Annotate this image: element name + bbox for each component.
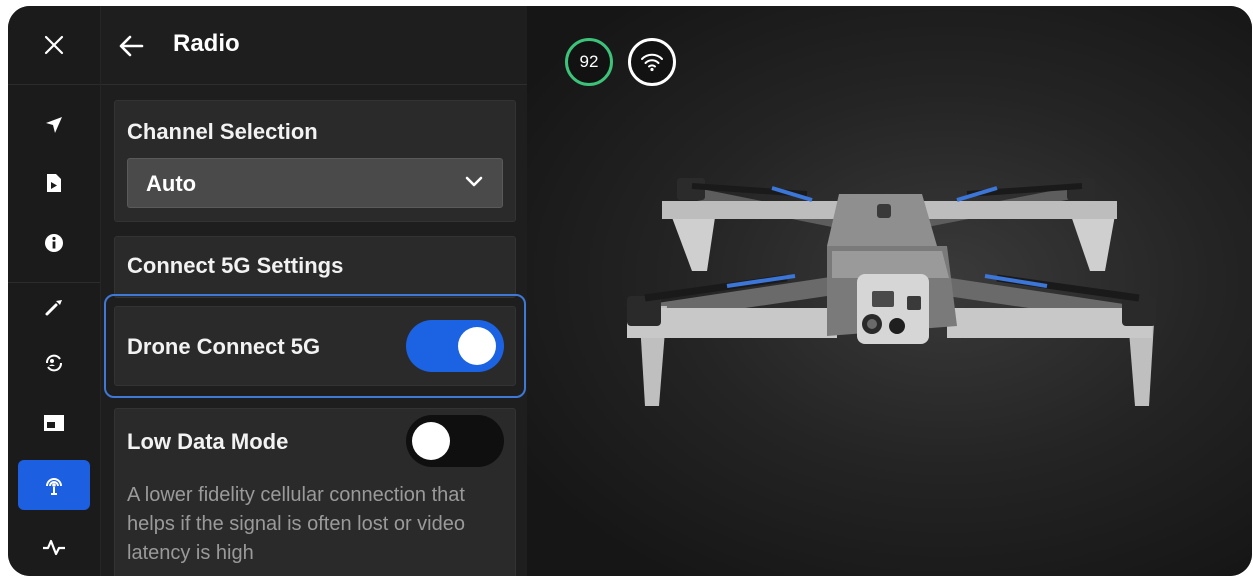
toggle-knob <box>458 327 496 365</box>
drone-image <box>627 178 1156 406</box>
back-arrow-icon <box>119 35 144 57</box>
low-data-mode-label: Low Data Mode <box>127 429 289 454</box>
rail-item-tool[interactable] <box>18 282 90 332</box>
page-title: Radio <box>173 30 240 57</box>
icon-rail <box>8 6 100 576</box>
info-icon <box>45 234 63 252</box>
panel-header: Radio <box>101 6 528 85</box>
drone-connect-5g-toggle[interactable] <box>406 320 504 372</box>
rail-item-activity[interactable] <box>18 522 90 572</box>
media-icon <box>47 174 61 192</box>
channel-select[interactable]: Auto <box>127 158 503 208</box>
activity-icon <box>43 539 65 556</box>
drone-preview: 92 <box>527 6 1252 576</box>
radio-icon <box>46 478 62 495</box>
close-icon <box>44 35 64 55</box>
rail-item-navigate[interactable] <box>18 100 90 150</box>
rail-item-info[interactable] <box>18 218 90 268</box>
back-button[interactable] <box>115 32 147 60</box>
low-data-mode-card: Low Data Mode A lower fidelity cellular … <box>114 408 516 576</box>
sync-icon <box>46 354 62 372</box>
radio-settings-panel: Radio Channel Selection Auto Connect 5G … <box>100 6 528 576</box>
channel-select-value: Auto <box>146 171 197 196</box>
rail-item-media[interactable] <box>18 158 90 208</box>
low-data-mode-description: A lower fidelity cellular connection tha… <box>127 484 465 564</box>
app-window: Radio Channel Selection Auto Connect 5G … <box>8 6 1252 576</box>
drone-connect-5g-label: Drone Connect 5G <box>127 334 321 359</box>
chevron-down-icon <box>465 176 483 187</box>
channel-selection-card: Channel Selection Auto <box>114 100 516 222</box>
close-button[interactable] <box>8 6 100 85</box>
rail-item-radio[interactable] <box>18 460 90 510</box>
connect-5g-settings-card[interactable]: Connect 5G Settings <box>114 236 516 298</box>
low-data-mode-toggle[interactable] <box>406 415 504 467</box>
rail-item-sync[interactable] <box>18 338 90 388</box>
connect-5g-settings-label: Connect 5G Settings <box>127 253 344 278</box>
rail-item-pip[interactable] <box>18 398 90 448</box>
drone-connect-5g-row: Drone Connect 5G <box>114 306 516 386</box>
toggle-knob <box>412 422 450 460</box>
tool-icon <box>45 300 62 316</box>
navigate-icon <box>46 117 62 133</box>
channel-selection-label: Channel Selection <box>127 119 318 144</box>
picture-in-picture-icon <box>44 415 64 431</box>
